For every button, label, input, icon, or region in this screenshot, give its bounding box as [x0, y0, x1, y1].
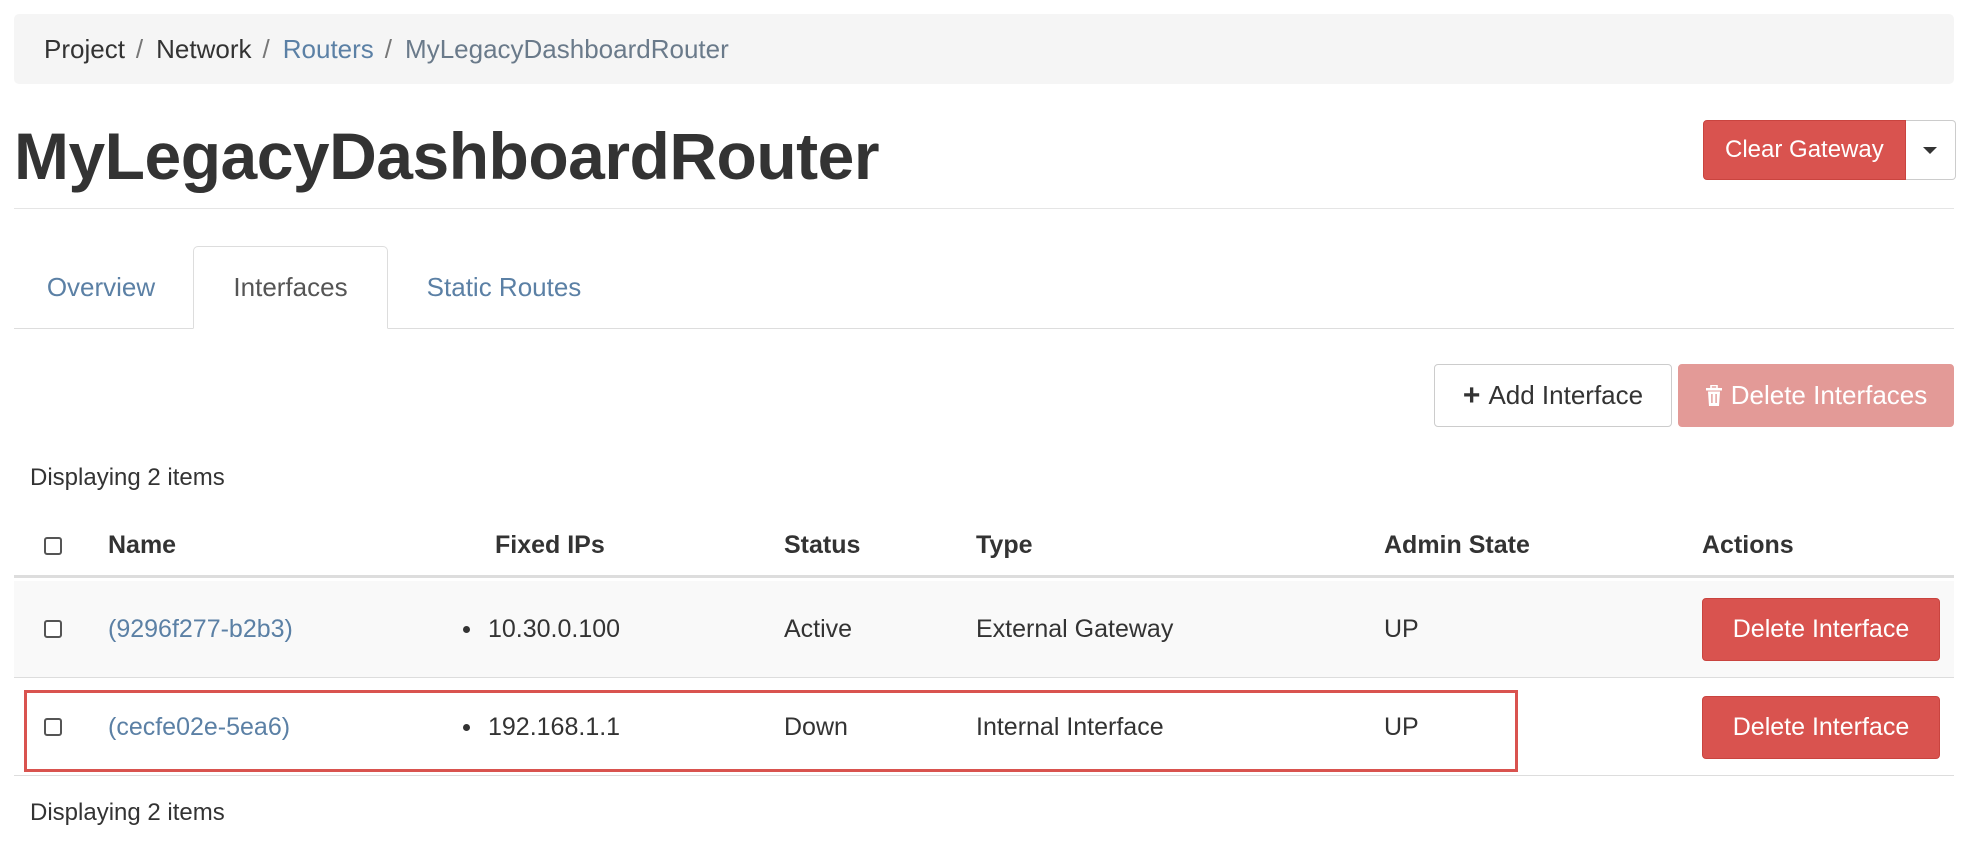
admin-state-cell: UP — [1384, 614, 1419, 643]
interface-name-link[interactable]: (9296f277-b2b3) — [108, 581, 293, 677]
item-count-top: Displaying 2 items — [30, 464, 225, 491]
table-header: Name Fixed IPs Status Type Admin State A… — [14, 516, 1954, 578]
select-all-cell — [44, 516, 62, 575]
actions-dropdown-toggle[interactable] — [1905, 120, 1956, 180]
delete-interface-button[interactable]: Delete Interface — [1702, 598, 1940, 661]
breadcrumb-project: Project — [44, 33, 125, 64]
fixed-ip-cell: 192.168.1.1 — [463, 679, 620, 775]
caret-down-icon — [1923, 146, 1938, 154]
breadcrumb-separator: / — [135, 33, 144, 64]
table-row: (9296f277-b2b3) 10.30.0.100 Active Exter… — [14, 581, 1954, 678]
table-row: (cecfe02e-5ea6) 192.168.1.1 Down Interna… — [14, 679, 1954, 776]
page-title: MyLegacyDashboardRouter — [14, 119, 880, 193]
tab-interfaces[interactable]: Interfaces — [193, 246, 388, 329]
header-fixed-ips[interactable]: Fixed IPs — [495, 516, 605, 575]
tab-overview[interactable]: Overview — [14, 246, 188, 328]
type-cell: External Gateway — [976, 614, 1174, 643]
plus-icon: + — [1462, 378, 1481, 412]
title-divider — [14, 208, 1954, 209]
bullet-icon — [463, 723, 470, 731]
delete-interfaces-button[interactable]: Delete Interfaces — [1678, 364, 1954, 427]
header-admin-state[interactable]: Admin State — [1384, 516, 1530, 575]
interface-name-link[interactable]: (cecfe02e-5ea6) — [108, 679, 290, 775]
delete-interfaces-label: Delete Interfaces — [1730, 380, 1928, 410]
delete-interface-button[interactable]: Delete Interface — [1702, 696, 1940, 759]
header-type[interactable]: Type — [976, 516, 1033, 575]
add-interface-button[interactable]: + Add Interface — [1434, 364, 1672, 427]
tab-static-routes[interactable]: Static Routes — [394, 246, 614, 328]
breadcrumb-separator: / — [262, 33, 270, 64]
breadcrumb-network: Network — [156, 33, 252, 64]
header-status[interactable]: Status — [784, 516, 860, 575]
header-actions: Actions — [1702, 531, 1794, 559]
router-detail-page: Project / Network / Routers / MyLegacyDa… — [0, 0, 1966, 854]
status-cell: Active — [784, 614, 853, 643]
breadcrumb: Project / Network / Routers / MyLegacyDa… — [14, 14, 1954, 84]
item-count-bottom: Displaying 2 items — [30, 799, 225, 826]
row-checkbox-cell — [44, 679, 62, 775]
detail-tabs: Overview Interfaces Static Routes — [14, 246, 1954, 329]
row-checkbox[interactable] — [44, 620, 62, 638]
admin-state-cell: UP — [1384, 712, 1419, 741]
breadcrumb-routers-link[interactable]: Routers — [283, 34, 374, 65]
breadcrumb-separator: / — [384, 33, 393, 64]
bullet-icon — [463, 625, 470, 633]
type-cell: Internal Interface — [976, 712, 1164, 741]
header-name[interactable]: Name — [108, 516, 176, 575]
gateway-button-group: Clear Gateway — [1703, 120, 1956, 180]
fixed-ip: 192.168.1.1 — [488, 712, 621, 741]
breadcrumb-current: MyLegacyDashboardRouter — [405, 33, 729, 64]
clear-gateway-button[interactable]: Clear Gateway — [1703, 120, 1906, 180]
status-cell: Down — [784, 712, 848, 741]
fixed-ip-cell: 10.30.0.100 — [463, 581, 620, 677]
fixed-ip: 10.30.0.100 — [488, 614, 621, 643]
row-checkbox-cell — [44, 581, 62, 677]
select-all-checkbox[interactable] — [44, 536, 62, 555]
row-checkbox[interactable] — [44, 718, 62, 736]
add-interface-label: Add Interface — [1488, 380, 1644, 410]
trash-icon — [1705, 384, 1722, 406]
